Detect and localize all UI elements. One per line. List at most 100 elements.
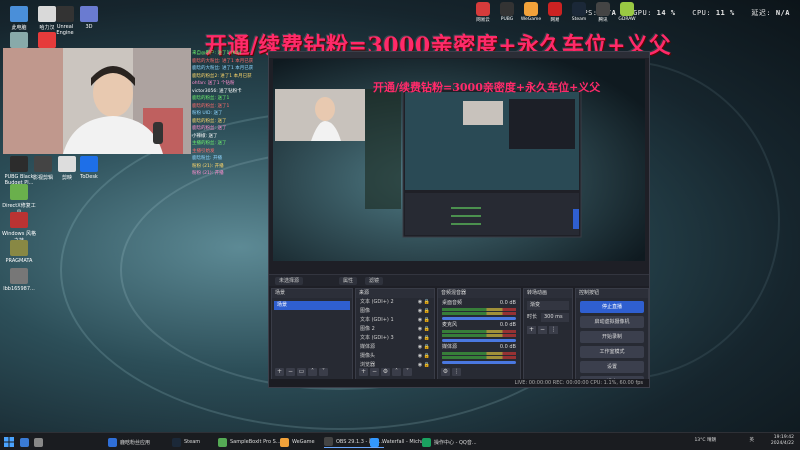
chat-message: 鹿晗的粉丝: 送了1 (192, 96, 230, 101)
properties-button[interactable]: 属性 (339, 277, 358, 285)
visibility-lock-icons[interactable]: ◉ 🔒 (418, 334, 430, 343)
chat-message: 粉粉 UID: 送了 (192, 111, 223, 116)
desktop-icon[interactable]: lbb165987... (2, 268, 36, 292)
add-transition-button[interactable]: + (527, 326, 536, 334)
taskbar-item[interactable]: Waterfall - Micha... (370, 436, 429, 448)
source-item[interactable]: 媒体源 ◉ 🔒 (356, 343, 434, 352)
obs-preview[interactable]: 开通/续费钻粉=3000亲密度+永久车位+义父 (273, 59, 645, 261)
top-app-icon[interactable]: Steam (568, 2, 590, 22)
source-item[interactable]: 图像 ◉ 🔒 (356, 307, 434, 316)
move-up-button[interactable]: ˄ (392, 368, 401, 376)
chat-message: 鹿晗的粉丝2: 进了1 本月已获 (192, 73, 252, 79)
source-item[interactable]: 图像 2 ◉ 🔒 (356, 325, 434, 334)
volume-slider[interactable] (442, 317, 516, 320)
obs-status-bar: LIVE: 00:00:00 REC: 00:00:00 CPU: 1.1%, … (269, 379, 649, 387)
taskbar-item[interactable]: WeGame (280, 436, 315, 448)
scene-filter-button[interactable]: ▭ (297, 368, 306, 376)
mixer-settings-button[interactable]: ⚙ (441, 368, 450, 376)
app-icon (422, 437, 431, 447)
taskbar-item[interactable] (34, 436, 46, 448)
transition-select[interactable]: 渐变 (527, 301, 569, 310)
source-item[interactable]: 文本 (GDI+) 2 ◉ 🔒 (356, 298, 434, 307)
remove-scene-button[interactable]: − (286, 368, 295, 376)
filters-button[interactable]: 滤镜 (365, 277, 384, 285)
volume-slider[interactable] (442, 361, 516, 364)
app-icon (80, 156, 98, 172)
add-scene-button[interactable]: + (275, 368, 284, 376)
duration-input[interactable]: 300 ms (541, 313, 569, 322)
visibility-lock-icons[interactable]: ◉ 🔒 (418, 307, 430, 316)
duration-label: 时长 (527, 314, 538, 320)
top-app-icon[interactable]: 腾讯 (592, 2, 614, 23)
mixer-menu-button[interactable]: ⋮ (452, 368, 461, 376)
channel-name: 桌面音频 (442, 300, 463, 306)
app-icon (34, 437, 43, 447)
volume-slider[interactable] (442, 339, 516, 342)
ime-indicator[interactable]: 英 (750, 438, 755, 444)
scenes-dock: 场景 场景 + − ▭ ˄ ˅ (271, 288, 353, 380)
visibility-lock-icons[interactable]: ◉ 🔒 (418, 298, 430, 307)
webcam-feed (3, 48, 191, 154)
visibility-lock-icons[interactable]: ◉ 🔒 (418, 343, 430, 352)
chat-message: 鹿晗的大粉丝: 进了1 本月已获 (192, 58, 254, 64)
app-icon (218, 437, 227, 447)
desktop-icon[interactable]: PRAGMATA (2, 240, 36, 264)
obs-titlebar[interactable] (269, 52, 649, 58)
volume-meter (442, 308, 516, 311)
latency-label: 延迟: (751, 9, 772, 17)
source-item[interactable]: 文本 (GDI+) 3 ◉ 🔒 (356, 334, 434, 343)
taskbar-item[interactable]: 鹿晗粉丝应用 (108, 436, 150, 448)
remove-transition-button[interactable]: − (538, 326, 547, 334)
settings-button[interactable]: 设置 (580, 361, 644, 373)
visibility-lock-icons[interactable]: ◉ 🔒 (418, 325, 430, 334)
top-app-icon[interactable]: WeGame (520, 2, 542, 22)
stop-streaming-button[interactable]: 停止直播 (580, 301, 644, 313)
start-virtual-camera-button[interactable]: 启动虚拟摄像机 (580, 316, 644, 328)
source-item[interactable]: 文本 (GDI+) 1 ◉ 🔒 (356, 316, 434, 325)
taskbar-item-label: WeGame (292, 439, 315, 445)
visibility-lock-icons[interactable]: ◉ 🔒 (418, 352, 430, 361)
visibility-lock-icons[interactable]: ◉ 🔒 (418, 316, 430, 325)
desktop-icon-label: ToDesk (80, 174, 98, 180)
taskbar-item[interactable]: 操作中心 - QQ音... (422, 436, 477, 448)
channel-name: 麦克风 (442, 322, 458, 328)
start-button[interactable] (4, 436, 14, 448)
mixer-channels: 桌面音频 0.0 dB 麦克风 0.0 dB 媒体源 0.0 dB (438, 300, 520, 364)
top-app-label: Steam (571, 17, 587, 22)
start-recording-button[interactable]: 开始录制 (580, 331, 644, 343)
app-icon (10, 268, 28, 284)
transition-menu-button[interactable]: ⋮ (549, 326, 558, 334)
source-settings-button[interactable]: ⚙ (381, 368, 390, 376)
remove-source-button[interactable]: − (370, 368, 379, 376)
controls-dock-title: 控制按钮 (576, 289, 648, 298)
top-app-icon[interactable]: GDRAW (616, 2, 638, 22)
top-app-icon[interactable]: PUBG (496, 2, 518, 22)
source-toolbar: 未选择源 属性 滤镜 (269, 274, 649, 286)
desktop-icon[interactable]: ToDesk (72, 156, 106, 180)
app-icon (10, 212, 28, 228)
visibility-lock-icons[interactable]: ◉ 🔒 (418, 361, 430, 370)
top-app-label: PUBG (500, 17, 514, 22)
source-label: 文本 (GDI+) 2 (360, 299, 394, 305)
chat-message: 小辣椒: 送了 (192, 133, 218, 139)
taskbar-item[interactable]: SampleBoxIt Pro S... (218, 436, 281, 448)
move-up-button[interactable]: ˄ (308, 368, 317, 376)
scene-item[interactable]: 场景 (274, 301, 350, 310)
taskbar-item[interactable]: Steam (172, 436, 200, 448)
app-icon (38, 32, 56, 48)
add-source-button[interactable]: + (359, 368, 368, 376)
studio-mode-button[interactable]: 工作室模式 (580, 346, 644, 358)
source-item[interactable]: 摄像头 ◉ 🔒 (356, 352, 434, 361)
move-down-button[interactable]: ˅ (403, 368, 412, 376)
taskbar-item[interactable] (20, 436, 32, 448)
source-label: 摄像头 (360, 353, 376, 359)
desktop-icon[interactable]: 3D (72, 6, 106, 30)
top-app-label: WeGame (520, 17, 542, 22)
system-tray[interactable]: 13°C 晴朗 英 19:19:42 2024/4/22 (694, 435, 794, 447)
source-label: 图像 (360, 308, 371, 314)
top-app-icon[interactable]: 网易 (544, 2, 566, 23)
channel-db: 0.0 dB (499, 344, 516, 350)
top-app-icon[interactable]: 网易云 (472, 2, 494, 23)
move-down-button[interactable]: ˅ (319, 368, 328, 376)
weather: 13°C 晴朗 (694, 438, 716, 443)
